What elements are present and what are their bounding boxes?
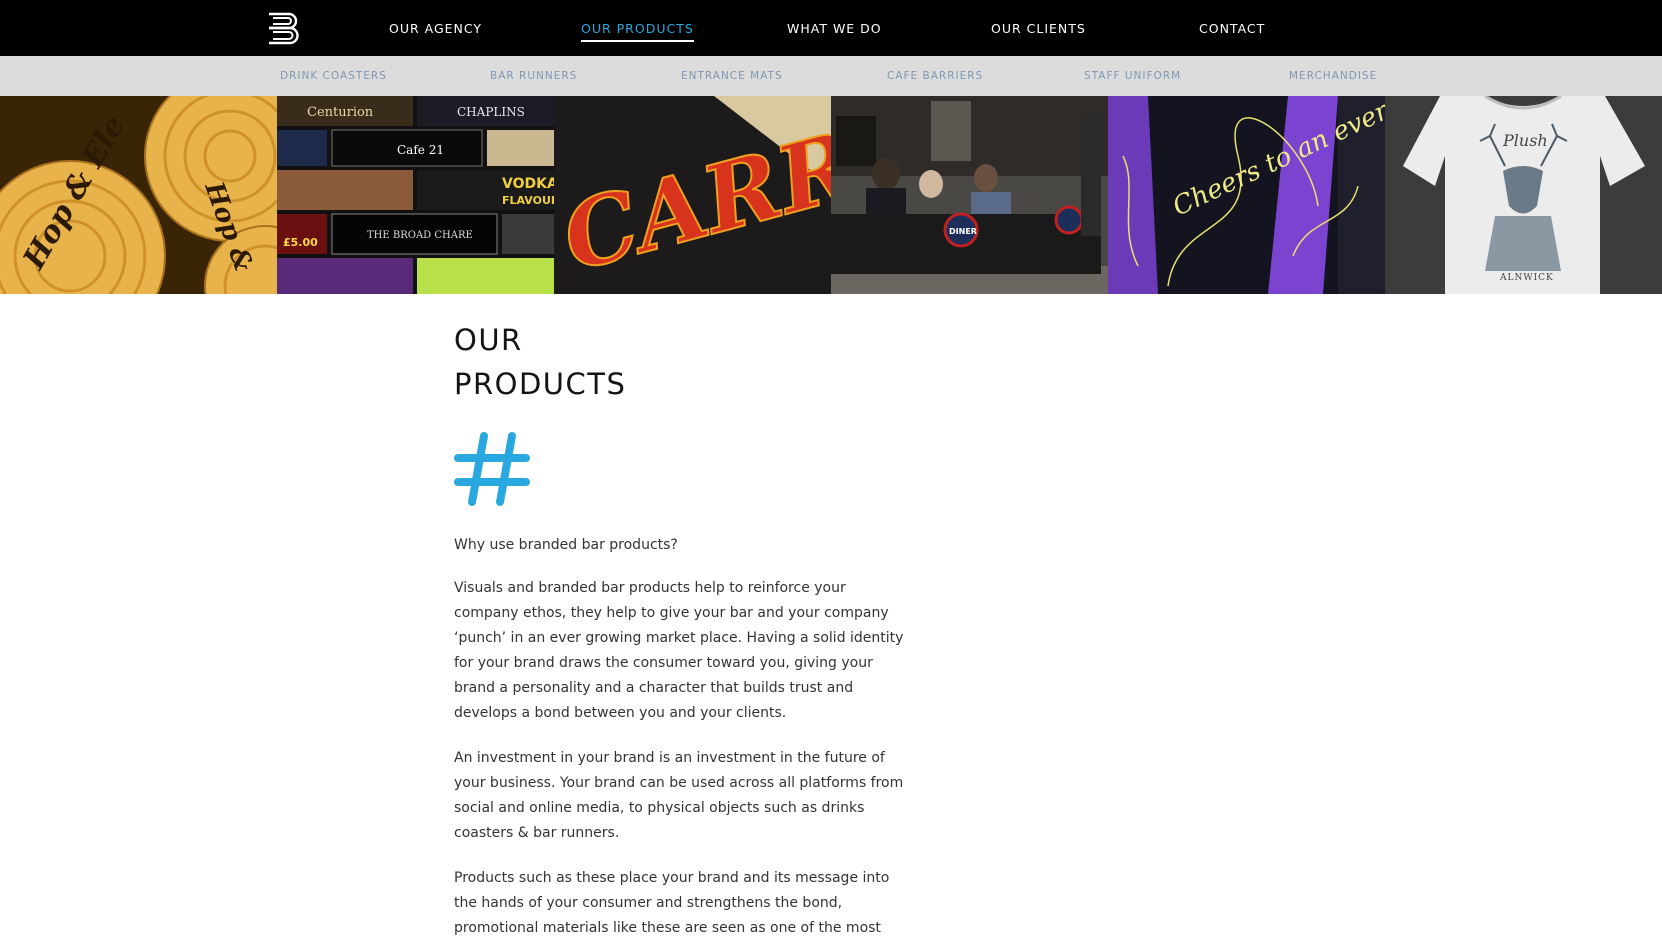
banner-merchandise-image[interactable]: Plush ALNWICK [1385, 96, 1662, 294]
body-paragraph-1: Visuals and branded bar products help to… [454, 580, 904, 721]
svg-text:Cafe 21: Cafe 21 [397, 143, 444, 157]
product-image-banner: Hop & Ele Hop & Centurion CHAPLINS Cafe … [0, 96, 1662, 294]
banner-bar-runners-image[interactable]: Centurion CHAPLINS Cafe 21 VODKA FLAVOUR… [277, 96, 554, 294]
svg-text:ALNWICK: ALNWICK [1499, 273, 1554, 283]
banner-drink-coasters-image[interactable]: Hop & Ele Hop & [0, 96, 277, 294]
subnav-staff-uniform[interactable]: STAFF UNIFORM [1084, 70, 1181, 83]
intro-question: Why use branded bar products? [454, 537, 678, 553]
subnav-drink-coasters[interactable]: DRINK COASTERS [280, 70, 387, 83]
banner-cafe-barriers-image[interactable]: DINER [831, 96, 1108, 294]
hashtag-icon [454, 432, 530, 506]
svg-text:DINER: DINER [949, 227, 977, 236]
page-title-line-1: OUR [454, 323, 523, 357]
svg-text:£5.00: £5.00 [283, 236, 318, 249]
nav-what-we-do[interactable]: WHAT WE DO [787, 21, 882, 40]
nav-our-products[interactable]: OUR PRODUCTS [581, 21, 694, 42]
products-subnav: DRINK COASTERS BAR RUNNERS ENTRANCE MATS… [0, 56, 1662, 96]
subnav-merchandise[interactable]: MERCHANDISE [1289, 70, 1377, 83]
svg-text:FLAVOUR: FLAVOUR [502, 194, 554, 207]
body-paragraph-3: Products such as these place your brand … [454, 870, 890, 936]
nav-our-agency[interactable]: OUR AGENCY [389, 21, 482, 40]
subnav-bar-runners[interactable]: BAR RUNNERS [490, 70, 577, 83]
svg-text:Centurion: Centurion [307, 105, 374, 120]
svg-text:Plush: Plush [1502, 131, 1548, 150]
nav-contact[interactable]: CONTACT [1199, 21, 1265, 40]
banner-staff-uniform-image[interactable]: Cheers to an even of unexpe [1108, 96, 1385, 294]
svg-text:THE BROAD CHARE: THE BROAD CHARE [367, 230, 473, 241]
svg-text:CHAPLINS: CHAPLINS [457, 105, 525, 119]
main-content: OUR PRODUCTS Why use branded bar product… [454, 318, 904, 941]
top-navigation-bar: OUR AGENCY OUR PRODUCTS WHAT WE DO OUR C… [0, 0, 1662, 56]
subnav-entrance-mats[interactable]: ENTRANCE MATS [681, 70, 783, 83]
svg-text:VODKA: VODKA [502, 176, 554, 192]
page-title: OUR PRODUCTS [454, 318, 904, 406]
page-title-line-2: PRODUCTS [454, 367, 627, 401]
brand-logo-icon[interactable] [263, 10, 299, 46]
nav-our-clients[interactable]: OUR CLIENTS [991, 21, 1086, 40]
body-paragraph-2: An investment in your brand is an invest… [454, 750, 904, 841]
banner-entrance-mats-image[interactable]: CARRS [554, 96, 831, 294]
subnav-cafe-barriers[interactable]: CAFE BARRIERS [887, 70, 983, 83]
